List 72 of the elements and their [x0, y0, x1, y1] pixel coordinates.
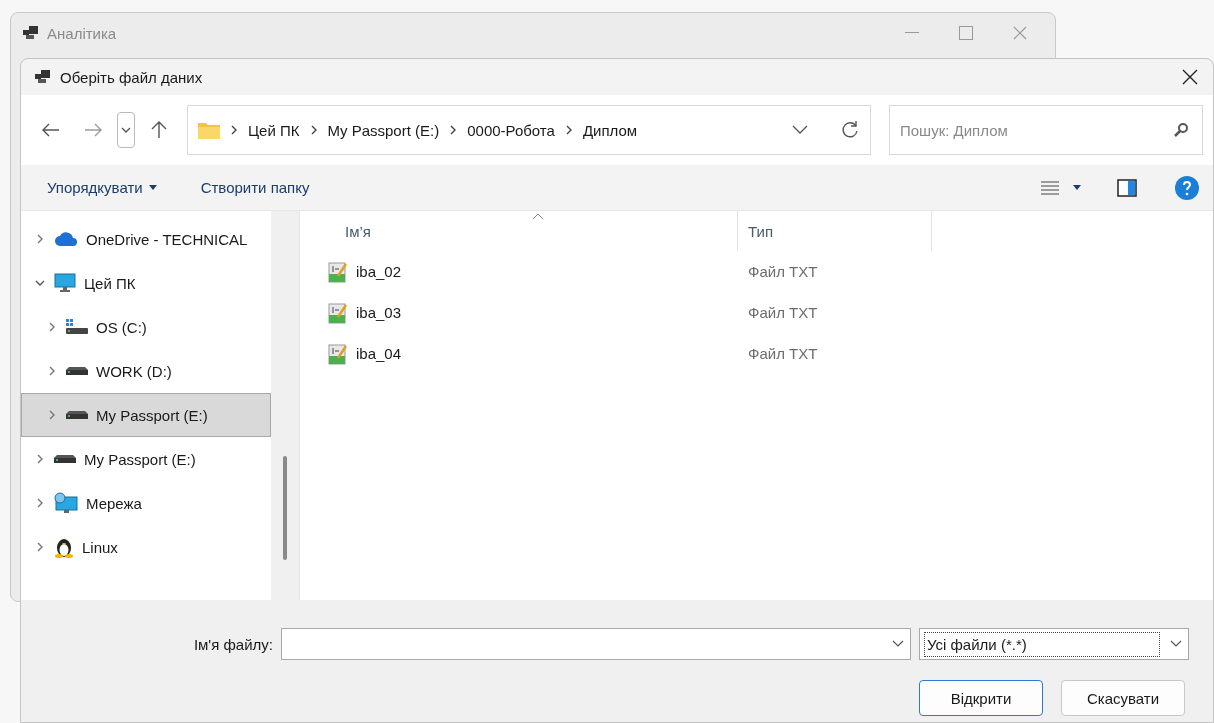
- drive-icon: [54, 455, 76, 463]
- file-name: iba_03: [356, 304, 402, 321]
- navigation-item[interactable]: OneDrive - TECHNICAL: [21, 217, 271, 261]
- breadcrumb-item[interactable]: My Passport (E:): [327, 121, 440, 139]
- scrollbar-thumb[interactable]: [283, 456, 287, 560]
- text-file-icon: [328, 301, 348, 324]
- window-title: Аналітика: [47, 24, 118, 42]
- preview-pane-icon[interactable]: [1117, 178, 1137, 197]
- breadcrumb-item[interactable]: Цей ПК: [248, 121, 300, 139]
- file-type: Файл TXT: [747, 263, 818, 280]
- chevron-right-icon: [309, 125, 318, 135]
- breadcrumb-item[interactable]: 0000-Робота: [467, 121, 555, 139]
- file-row[interactable]: iba_02 Файл TXT: [300, 251, 1213, 292]
- file-name: iba_02: [356, 263, 402, 280]
- column-header[interactable]: Тип: [738, 211, 932, 251]
- file-name-field[interactable]: [281, 628, 911, 660]
- refresh-icon[interactable]: [840, 120, 860, 140]
- arrow-left-icon: [42, 123, 60, 137]
- chevron-right-icon: [449, 125, 458, 135]
- chevron-down-icon: [121, 127, 131, 133]
- cancel-button[interactable]: Скасувати: [1061, 680, 1185, 716]
- minimize-icon: [905, 32, 919, 34]
- breadcrumb-item[interactable]: Диплом: [582, 121, 638, 139]
- organize-menu[interactable]: Упорядкувати: [39, 175, 165, 200]
- file-type: Файл TXT: [747, 304, 818, 321]
- caret-down-icon: [148, 185, 157, 190]
- drive-icon: [66, 367, 88, 375]
- navigation-item[interactable]: My Passport (E:): [21, 437, 271, 481]
- caret-down-icon[interactable]: [1073, 185, 1081, 190]
- chevron-down-icon[interactable]: [792, 125, 808, 135]
- navigation-item[interactable]: Мережа: [21, 481, 271, 525]
- app-icon: [35, 70, 51, 84]
- app-icon: [23, 26, 39, 40]
- sort-ascending-icon: [532, 213, 544, 220]
- file-name-label: Ім'я файлу:: [193, 635, 273, 653]
- help-icon[interactable]: [1175, 175, 1199, 200]
- open-button[interactable]: Відкрити: [919, 680, 1043, 716]
- close-icon: [1182, 69, 1198, 85]
- close-icon: [1013, 26, 1027, 40]
- file-type: Файл TXT: [747, 345, 818, 362]
- navigation-item[interactable]: OS (C:): [21, 305, 271, 349]
- new-folder-button[interactable]: Створити папку: [192, 175, 318, 200]
- address-bar[interactable]: Цей ПК My Passport (E:) 0000-Робота Диплом: [187, 105, 871, 155]
- text-file-icon: [328, 342, 348, 365]
- file-type-dropdown[interactable]: Усі файли (*.*): [919, 628, 1189, 660]
- arrow-up-icon: [151, 121, 167, 139]
- file-row[interactable]: iba_03 Файл TXT: [300, 292, 1213, 333]
- system-drive-icon: [66, 319, 88, 335]
- navigation-item[interactable]: WORK (D:): [21, 349, 271, 393]
- text-file-icon: [328, 260, 348, 283]
- penguin-icon: [54, 536, 74, 558]
- drive-icon: [66, 411, 88, 419]
- dialog-title: Оберіть файл даних: [60, 68, 204, 86]
- cloud-icon: [54, 231, 78, 247]
- arrow-right-icon: [84, 123, 102, 137]
- chevron-down-icon[interactable]: [1170, 640, 1182, 648]
- chevron-down-icon[interactable]: [892, 640, 904, 648]
- navigation-item[interactable]: Linux: [21, 525, 271, 569]
- column-header[interactable]: Ім’я: [300, 211, 738, 251]
- monitor-icon: [54, 273, 76, 293]
- view-list-icon[interactable]: [1041, 179, 1059, 196]
- file-name: iba_04: [356, 345, 402, 362]
- chevron-right-icon: [230, 125, 238, 135]
- navigation-item[interactable]: My Passport (E:): [21, 393, 271, 437]
- search-icon: [1173, 122, 1189, 138]
- file-row[interactable]: iba_04 Файл TXT: [300, 333, 1213, 374]
- maximize-icon: [959, 26, 973, 40]
- search-field[interactable]: Пошук: Диплом: [889, 105, 1203, 155]
- network-icon: [54, 492, 78, 514]
- folder-icon: [198, 121, 220, 139]
- navigation-item[interactable]: Цей ПК: [21, 261, 271, 305]
- chevron-right-icon: [564, 125, 573, 135]
